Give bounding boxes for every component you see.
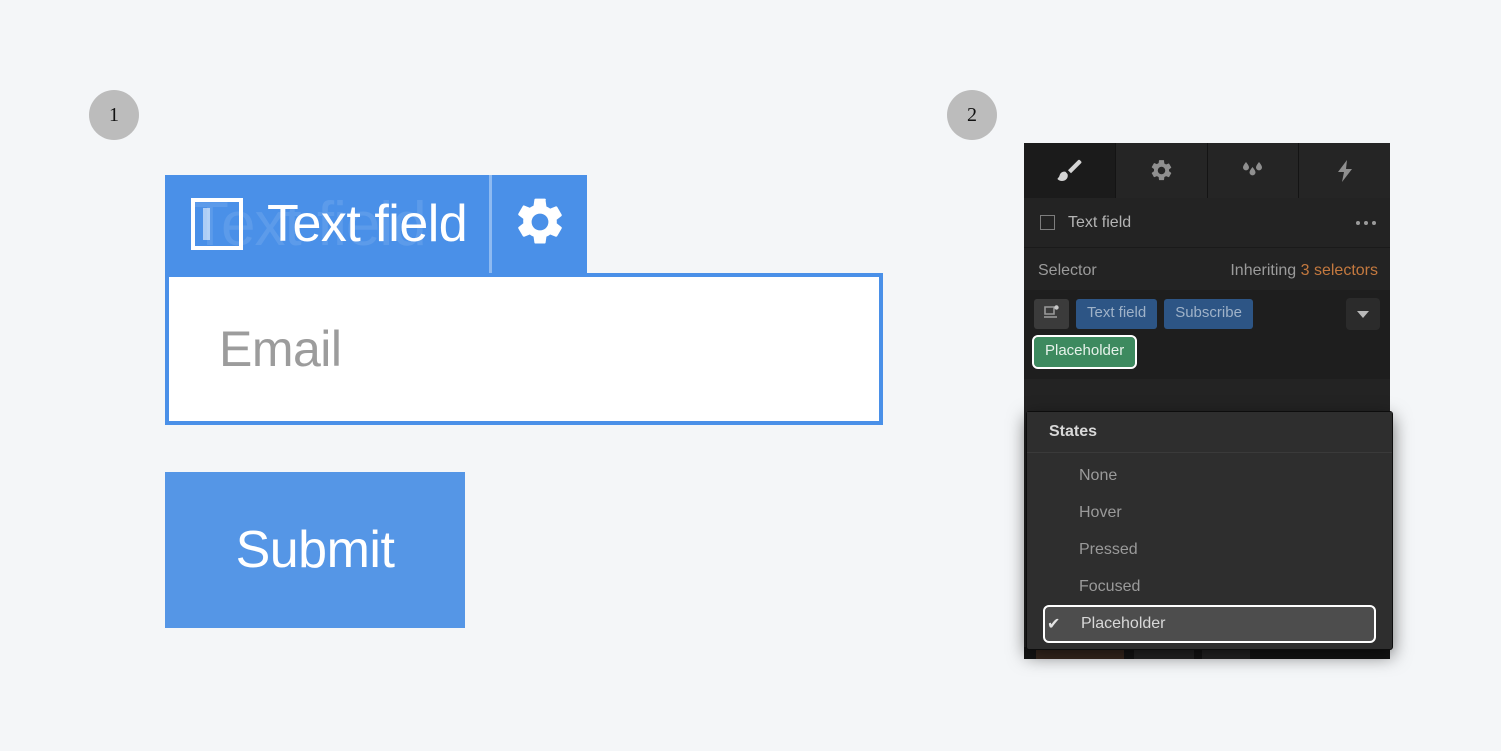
- selector-title: Selector: [1038, 262, 1097, 279]
- brush-icon: [1054, 156, 1084, 186]
- state-item-none[interactable]: ✔ None: [1027, 457, 1392, 494]
- widget-header-main[interactable]: Text field Text field: [165, 175, 489, 273]
- widget-settings-button[interactable]: [492, 175, 587, 273]
- widget-selection-header: Text field Text field: [165, 175, 588, 273]
- check-icon: ✔: [1047, 616, 1061, 633]
- step-badge-2: 2: [947, 90, 997, 140]
- element-name-label: Text field: [1068, 213, 1132, 231]
- panel-bottom-item-3: [1202, 649, 1250, 659]
- state-item-label: Pressed: [1079, 540, 1138, 558]
- widget-header-label: Text field: [267, 195, 468, 253]
- tab-design[interactable]: [1024, 143, 1116, 198]
- selector-chip-placeholder[interactable]: Placeholder: [1031, 335, 1138, 369]
- state-item-label: Focused: [1079, 577, 1141, 595]
- chevron-down-icon: [1356, 307, 1370, 322]
- canvas-preview: Text field Text field Email Submit: [0, 0, 940, 751]
- state-item-focused[interactable]: ✔ Focused: [1027, 568, 1392, 605]
- element-header-row: Text field: [1024, 198, 1390, 248]
- state-item-label: None: [1079, 466, 1118, 484]
- selector-dropdown-button[interactable]: [1346, 298, 1380, 330]
- gear-icon: [1149, 158, 1174, 183]
- droplets-icon: [1238, 158, 1268, 184]
- selector-chip-row: Text field Subscribe: [1034, 298, 1380, 330]
- selector-chip-subscribe[interactable]: Subscribe: [1164, 299, 1253, 329]
- selector-chip-text-field[interactable]: Text field: [1076, 299, 1158, 329]
- selector-section-header: Selector Inheriting 3 selectors: [1024, 248, 1390, 290]
- submit-button[interactable]: Submit: [165, 472, 465, 628]
- text-field-input[interactable]: Email: [165, 273, 883, 425]
- component-icon: [1043, 305, 1060, 325]
- submit-button-label: Submit: [235, 521, 395, 579]
- inheriting-count: 3 selectors: [1300, 262, 1378, 279]
- selector-chip-area: Text field Subscribe Placeholder: [1024, 290, 1390, 379]
- state-item-label: Placeholder: [1081, 615, 1166, 632]
- square-icon: [1040, 215, 1055, 230]
- states-menu-header: States: [1027, 412, 1392, 453]
- text-field-placeholder: Email: [219, 321, 342, 377]
- states-menu-list: ✔ None ✔ Hover ✔ Pressed ✔ Focused ✔ Pla…: [1027, 453, 1392, 643]
- text-field-icon: [191, 198, 243, 250]
- inheriting-label: Inheriting 3 selectors: [1230, 262, 1378, 280]
- kebab-icon[interactable]: [1356, 220, 1376, 225]
- step-badge-2-number: 2: [967, 103, 977, 126]
- tab-interactions[interactable]: [1299, 143, 1390, 198]
- inspector-tab-strip: [1024, 143, 1390, 198]
- panel-bottom-item-1: [1036, 649, 1124, 659]
- state-item-placeholder[interactable]: ✔ Placeholder: [1043, 605, 1376, 643]
- gear-icon: [512, 194, 568, 255]
- states-dropdown-menu: States ✔ None ✔ Hover ✔ Pressed ✔ Focuse…: [1026, 411, 1393, 650]
- lightning-icon: [1333, 158, 1357, 184]
- component-icon-chip[interactable]: [1034, 299, 1069, 329]
- selector-active-chip-row: Placeholder: [1031, 335, 1380, 369]
- panel-bottom-item-2: [1134, 649, 1194, 659]
- tab-theme[interactable]: [1207, 143, 1300, 198]
- tab-settings[interactable]: [1115, 143, 1208, 198]
- state-item-hover[interactable]: ✔ Hover: [1027, 494, 1392, 531]
- state-item-label: Hover: [1079, 503, 1122, 521]
- inheriting-text: Inheriting: [1230, 262, 1297, 279]
- state-item-pressed[interactable]: ✔ Pressed: [1027, 531, 1392, 568]
